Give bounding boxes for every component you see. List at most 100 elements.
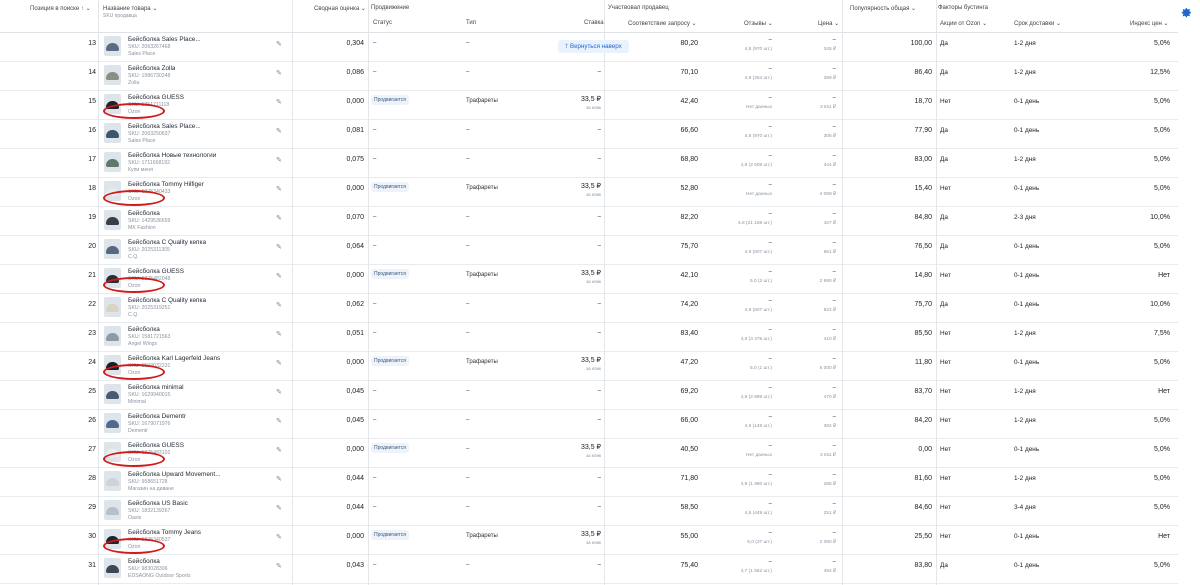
table-row[interactable]: 16 Бейсболка Sales Place... SKU: 206325063… xyxy=(0,119,1178,149)
pin-icon[interactable]: ✎ xyxy=(276,301,282,309)
vertical-scrollbar[interactable] xyxy=(1192,30,1197,580)
product-name-link[interactable]: Бейсболка US Basic xyxy=(128,500,188,507)
pin-icon[interactable]: ✎ xyxy=(276,562,282,570)
pin-icon[interactable]: ✎ xyxy=(276,127,282,135)
table-row[interactable]: 28 Бейсболка Upward Movement... SKU: 95865… xyxy=(0,467,1178,497)
product-thumbnail[interactable] xyxy=(104,413,121,433)
product-name-link[interactable]: Бейсболка Tommy Hilfiger xyxy=(128,181,204,188)
product-name-link[interactable]: Бейсболка Upward Movement... xyxy=(128,471,221,478)
col-actions-header[interactable]: Акции от Ozon ⌄ xyxy=(940,20,987,27)
product-thumbnail[interactable] xyxy=(104,326,121,346)
product-thumbnail[interactable] xyxy=(104,65,121,85)
pin-icon[interactable]: ✎ xyxy=(276,533,282,541)
delivery-cell: 0-1 день xyxy=(1014,359,1040,366)
pin-icon[interactable]: ✎ xyxy=(276,98,282,106)
col-popularity-header[interactable]: Популярность общая ⌄ xyxy=(850,5,916,12)
sort-up-icon[interactable]: ↑ xyxy=(81,6,84,12)
table-row[interactable]: 21 Бейсболка GUESS SKU: 1375482048 Ozon ✎ 0,0… xyxy=(0,264,1178,294)
pin-icon[interactable]: ✎ xyxy=(276,388,282,396)
product-thumbnail[interactable] xyxy=(104,210,121,230)
product-name-link[interactable]: Бейсболка Tommy Jeans xyxy=(128,529,201,536)
chevron-down-icon[interactable]: ⌄ xyxy=(1056,21,1061,27)
product-name-link[interactable]: Бейсболка Karl Lagerfeld Jeans xyxy=(128,355,220,362)
product-name-link[interactable]: Бейсболка minimal xyxy=(128,384,184,391)
table-row[interactable]: 31 Бейсболка SKU: 983028306 EDSAONG Outdoor… xyxy=(0,554,1178,584)
product-name-link[interactable]: Бейсболка C Quality кепка xyxy=(128,297,206,304)
table-row[interactable]: 29 Бейсболка US Basic SKU: 1832139267 Oasis… xyxy=(0,496,1178,526)
col-position-header[interactable]: Позиция в поиске ↑ ⌄ xyxy=(30,5,91,12)
col-bid-header[interactable]: Ставка xyxy=(584,20,604,26)
product-thumbnail[interactable] xyxy=(104,123,121,143)
table-row[interactable]: 27 Бейсболка GUESS SKU: 1375483102 Ozon ✎ 0,0… xyxy=(0,438,1178,468)
product-thumbnail[interactable] xyxy=(104,500,121,520)
product-name-link[interactable]: Бейсболка Sales Place... xyxy=(128,123,201,130)
product-thumbnail[interactable] xyxy=(104,36,121,56)
product-name-link[interactable]: Бейсболка Dementr xyxy=(128,413,186,420)
table-row[interactable]: 18 Бейсболка Tommy Hilfiger SKU: 137534043… xyxy=(0,177,1178,207)
col-type-header[interactable]: Тип xyxy=(466,20,476,26)
pin-icon[interactable]: ✎ xyxy=(276,40,282,48)
pin-icon[interactable]: ✎ xyxy=(276,475,282,483)
pin-icon[interactable]: ✎ xyxy=(276,69,282,77)
product-name-link[interactable]: Бейсболка GUESS xyxy=(128,442,184,449)
status-badge: Продвигается xyxy=(371,530,409,540)
product-name-link[interactable]: Бейсболка Zolla xyxy=(128,65,175,72)
product-name-link[interactable]: Бейсболка Sales Place... xyxy=(128,36,201,43)
product-thumbnail[interactable] xyxy=(104,152,121,172)
product-thumbnail[interactable] xyxy=(104,384,121,404)
chevron-down-icon[interactable]: ⌄ xyxy=(834,21,839,27)
chevron-down-icon[interactable]: ⌄ xyxy=(361,6,366,12)
table-row[interactable]: 14 Бейсболка Zolla SKU: 1986730248 Zolla ✎ 0,… xyxy=(0,61,1178,91)
chevron-down-icon[interactable]: ⌄ xyxy=(911,6,916,12)
pin-icon[interactable]: ✎ xyxy=(276,417,282,425)
product-thumbnail[interactable] xyxy=(104,558,121,578)
table-row[interactable]: 19 Бейсболка SKU: 1429536659 MK Fashion ✎ 0,0… xyxy=(0,206,1178,236)
product-name-link[interactable]: Бейсболка xyxy=(128,558,160,565)
product-name-link[interactable]: Бейсболка C Quality кепка xyxy=(128,239,206,246)
table-row[interactable]: 25 Бейсболка minimal SKU: 1629940015 Minima… xyxy=(0,380,1178,410)
col-score-header[interactable]: Сводная оценка ⌄ xyxy=(314,5,366,12)
col-delivery-header[interactable]: Срок доставки ⌄ xyxy=(1014,20,1061,27)
chevron-down-icon[interactable]: ⌄ xyxy=(982,21,987,27)
table-row[interactable]: 17 Бейсболка Новые технологии SKU: 1711668… xyxy=(0,148,1178,178)
product-thumbnail[interactable] xyxy=(104,297,121,317)
product-thumbnail[interactable] xyxy=(104,239,121,259)
col-index-header[interactable]: Индекс цен ⌄ xyxy=(1130,20,1169,27)
product-name-link[interactable]: Бейсболка GUESS xyxy=(128,94,184,101)
product-name-link[interactable]: Бейсболка GUESS xyxy=(128,268,184,275)
col-status-header[interactable]: Статус xyxy=(373,20,392,26)
product-sku: SKU: 983028306 xyxy=(128,566,168,572)
chevron-down-icon[interactable]: ⌄ xyxy=(86,6,91,12)
cap-image-icon xyxy=(106,333,119,341)
table-row[interactable]: 26 Бейсболка Dementr SKU: 1679071976 Dement… xyxy=(0,409,1178,439)
chevron-down-icon[interactable]: ⌄ xyxy=(692,21,697,27)
pin-icon[interactable]: ✎ xyxy=(276,156,282,164)
col-relevance-header[interactable]: Соответствие запросу ⌄ xyxy=(628,20,697,27)
chevron-down-icon[interactable]: ⌄ xyxy=(768,21,773,27)
table-row[interactable]: 22 Бейсболка C Quality кепка SKU: 20253192… xyxy=(0,293,1178,323)
pin-icon[interactable]: ✎ xyxy=(276,446,282,454)
table-row[interactable]: 15 Бейсболка GUESS SKU: 1351711118 Ozon ✎ 0,0… xyxy=(0,90,1178,120)
col-price-header[interactable]: Цена ⌄ xyxy=(818,20,839,27)
table-row[interactable]: 20 Бейсболка C Quality кепка SKU: 20253113… xyxy=(0,235,1178,265)
pin-icon[interactable]: ✎ xyxy=(276,272,282,280)
pin-icon[interactable]: ✎ xyxy=(276,214,282,222)
table-row[interactable]: 30 Бейсболка Tommy Jeans SKU: 1375340537 Oz… xyxy=(0,525,1178,555)
col-reviews-header[interactable]: Отзывы ⌄ xyxy=(744,20,773,27)
pin-icon[interactable]: ✎ xyxy=(276,359,282,367)
pin-icon[interactable]: ✎ xyxy=(276,243,282,251)
pin-icon[interactable]: ✎ xyxy=(276,330,282,338)
product-name-link[interactable]: Бейсболка Новые технологии xyxy=(128,152,216,159)
chevron-down-icon[interactable]: ⌄ xyxy=(1164,21,1169,27)
col-name-header[interactable]: Название товара ⌄ xyxy=(103,5,157,12)
back-to-top-button[interactable]: 🡑 Вернуться наверх xyxy=(558,40,629,53)
product-name-link[interactable]: Бейсболка xyxy=(128,210,160,217)
pin-icon[interactable]: ✎ xyxy=(276,185,282,193)
chevron-down-icon[interactable]: ⌄ xyxy=(152,6,157,12)
pin-icon[interactable]: ✎ xyxy=(276,504,282,512)
product-name-link[interactable]: Бейсболка xyxy=(128,326,160,333)
table-row[interactable]: 24 Бейсболка Karl Lagerfeld Jeans SKU: 150… xyxy=(0,351,1178,381)
product-thumbnail[interactable] xyxy=(104,471,121,491)
settings-gear-icon[interactable] xyxy=(1181,7,1192,18)
table-row[interactable]: 23 Бейсболка SKU: 1581721563 Angel Wings ✎ 0,… xyxy=(0,322,1178,352)
